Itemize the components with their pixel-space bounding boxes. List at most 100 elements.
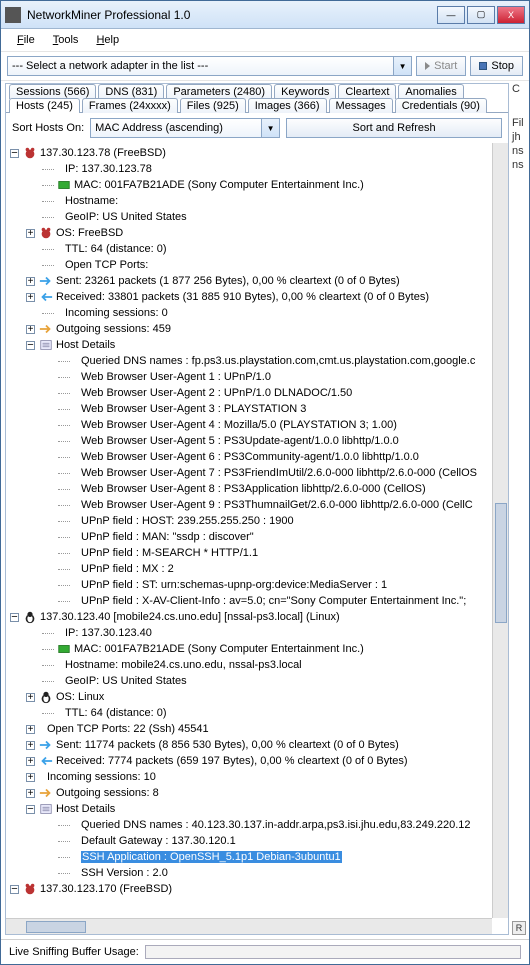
tree-label: IP: 137.30.123.78: [65, 163, 152, 175]
host-detail-item: Queried DNS names : 40.123.30.137.in-add…: [10, 817, 504, 833]
tree-label: Web Browser User-Agent 7 : PS3FriendImUt…: [81, 467, 477, 479]
right-ns1: ns: [512, 145, 525, 157]
tree-label: Outgoing sessions: 459: [56, 323, 171, 335]
tree-label: GeoIP: US United States: [65, 211, 187, 223]
status-label: Live Sniffing Buffer Usage:: [9, 946, 139, 958]
host-incoming[interactable]: Incoming sessions: 10: [10, 769, 504, 785]
tree-label: GeoIP: US United States: [65, 675, 187, 687]
tab-hosts[interactable]: Hosts (245): [9, 98, 80, 113]
tree-label: Web Browser User-Agent 2 : UPnP/1.0 DLNA…: [81, 387, 352, 399]
tab-anomalies[interactable]: Anomalies: [398, 84, 463, 99]
host-sent[interactable]: Sent: 11774 packets (8 856 530 Bytes), 0…: [10, 737, 504, 753]
host-ip: IP: 137.30.123.40: [10, 625, 504, 641]
horizontal-scrollbar[interactable]: [6, 918, 492, 934]
host-node[interactable]: 137.30.123.78 (FreeBSD): [10, 145, 504, 161]
tab-parameters[interactable]: Parameters (2480): [166, 84, 272, 99]
host-detail-item: Web Browser User-Agent 7 : PS3FriendImUt…: [10, 465, 504, 481]
host-node[interactable]: 137.30.123.170 (FreeBSD): [10, 881, 504, 897]
tab-row-1: Sessions (566) DNS (831) Parameters (248…: [6, 84, 508, 99]
adapter-combo[interactable]: --- Select a network adapter in the list…: [7, 56, 412, 76]
menu-file[interactable]: File: [9, 32, 43, 48]
host-detail-item: UPnP field : MX : 2: [10, 561, 504, 577]
start-button[interactable]: Start: [416, 56, 466, 76]
host-detail-item: Web Browser User-Agent 4 : Mozilla/5.0 (…: [10, 417, 504, 433]
expand-icon[interactable]: [26, 277, 35, 286]
host-detail-item: SSH Application : OpenSSH_5.1p1 Debian-3…: [10, 849, 504, 865]
nic-icon: [57, 642, 71, 656]
sort-combo[interactable]: MAC Address (ascending) ▼: [90, 118, 280, 138]
menu-tools[interactable]: Tools: [45, 32, 87, 48]
vertical-scrollbar[interactable]: [492, 143, 508, 918]
host-recv[interactable]: Received: 7774 packets (659 197 Bytes), …: [10, 753, 504, 769]
expand-icon[interactable]: [26, 757, 35, 766]
sort-value: MAC Address (ascending): [95, 122, 223, 134]
chevron-down-icon[interactable]: ▼: [261, 119, 279, 137]
host-detail-item: UPnP field : M-SEARCH * HTTP/1.1: [10, 545, 504, 561]
expand-icon[interactable]: [26, 325, 35, 334]
maximize-button[interactable]: ▢: [467, 6, 495, 24]
tab-credentials[interactable]: Credentials (90): [395, 98, 487, 113]
collapse-icon[interactable]: [26, 341, 35, 350]
bsd-os-icon: [23, 882, 37, 896]
right-ns2: ns: [512, 159, 525, 171]
left-pane: Sessions (566) DNS (831) Parameters (248…: [5, 83, 509, 935]
tree-label: Outgoing sessions: 8: [56, 787, 159, 799]
tab-cleartext[interactable]: Cleartext: [338, 84, 396, 99]
host-outgoing[interactable]: Outgoing sessions: 459: [10, 321, 504, 337]
tab-keywords[interactable]: Keywords: [274, 84, 336, 99]
host-openports[interactable]: Open TCP Ports: 22 (Ssh) 45541: [10, 721, 504, 737]
tree-label: 137.30.123.170 (FreeBSD): [40, 883, 172, 895]
expand-icon[interactable]: [26, 725, 35, 734]
menu-help[interactable]: Help: [88, 32, 127, 48]
host-incoming: Incoming sessions: 0: [10, 305, 504, 321]
expand-icon[interactable]: [26, 789, 35, 798]
collapse-icon[interactable]: [26, 805, 35, 814]
host-os[interactable]: OS: Linux: [10, 689, 504, 705]
expand-icon[interactable]: [26, 693, 35, 702]
right-r-button[interactable]: R: [512, 921, 526, 935]
tree-label: UPnP field : M-SEARCH * HTTP/1.1: [81, 547, 258, 559]
tab-dns[interactable]: DNS (831): [98, 84, 164, 99]
host-detail-item: UPnP field : ST: urn:schemas-upnp-org:de…: [10, 577, 504, 593]
sort-refresh-label: Sort and Refresh: [352, 122, 435, 134]
expand-icon[interactable]: [26, 773, 35, 782]
host-hostname: Hostname:: [10, 193, 504, 209]
host-sent[interactable]: Sent: 23261 packets (1 877 256 Bytes), 0…: [10, 273, 504, 289]
app-icon: [5, 7, 21, 23]
arrow-left-icon: [39, 290, 53, 304]
host-outgoing[interactable]: Outgoing sessions: 8: [10, 785, 504, 801]
tree-label: 137.30.123.40 [mobile24.cs.uno.edu] [nss…: [40, 611, 340, 623]
stop-button[interactable]: Stop: [470, 56, 523, 76]
host-node[interactable]: 137.30.123.40 [mobile24.cs.uno.edu] [nss…: [10, 609, 504, 625]
tab-sessions[interactable]: Sessions (566): [9, 84, 96, 99]
start-label: Start: [434, 60, 457, 72]
host-os[interactable]: OS: FreeBSD: [10, 225, 504, 241]
tree-label: UPnP field : HOST: 239.255.255.250 : 190…: [81, 515, 294, 527]
tree-label: UPnP field : MAN: "ssdp : discover": [81, 531, 254, 543]
right-pane: C Fil jh ns ns R: [509, 83, 525, 935]
title-bar: NetworkMiner Professional 1.0 — ▢ X: [1, 1, 529, 29]
tab-images[interactable]: Images (366): [248, 98, 327, 113]
collapse-icon[interactable]: [10, 613, 19, 622]
expand-icon[interactable]: [26, 741, 35, 750]
collapse-icon[interactable]: [10, 885, 19, 894]
collapse-icon[interactable]: [10, 149, 19, 158]
tab-frames[interactable]: Frames (24xxxx): [82, 98, 178, 113]
tree-label: Host Details: [56, 803, 115, 815]
expand-icon[interactable]: [26, 293, 35, 302]
host-details[interactable]: Host Details: [10, 337, 504, 353]
close-button[interactable]: X: [497, 6, 525, 24]
right-c: C: [512, 83, 525, 95]
tab-messages[interactable]: Messages: [329, 98, 393, 113]
sort-refresh-button[interactable]: Sort and Refresh: [286, 118, 502, 138]
nic-icon: [57, 178, 71, 192]
chevron-down-icon[interactable]: ▼: [393, 57, 411, 75]
host-detail-item: UPnP field : HOST: 239.255.255.250 : 190…: [10, 513, 504, 529]
host-detail-item: Web Browser User-Agent 2 : UPnP/1.0 DLNA…: [10, 385, 504, 401]
host-details[interactable]: Host Details: [10, 801, 504, 817]
host-recv[interactable]: Received: 33801 packets (31 885 910 Byte…: [10, 289, 504, 305]
expand-icon[interactable]: [26, 229, 35, 238]
tree-scroll[interactable]: 137.30.123.78 (FreeBSD) IP: 137.30.123.78…: [6, 143, 508, 934]
minimize-button[interactable]: —: [437, 6, 465, 24]
tab-files[interactable]: Files (925): [180, 98, 246, 113]
